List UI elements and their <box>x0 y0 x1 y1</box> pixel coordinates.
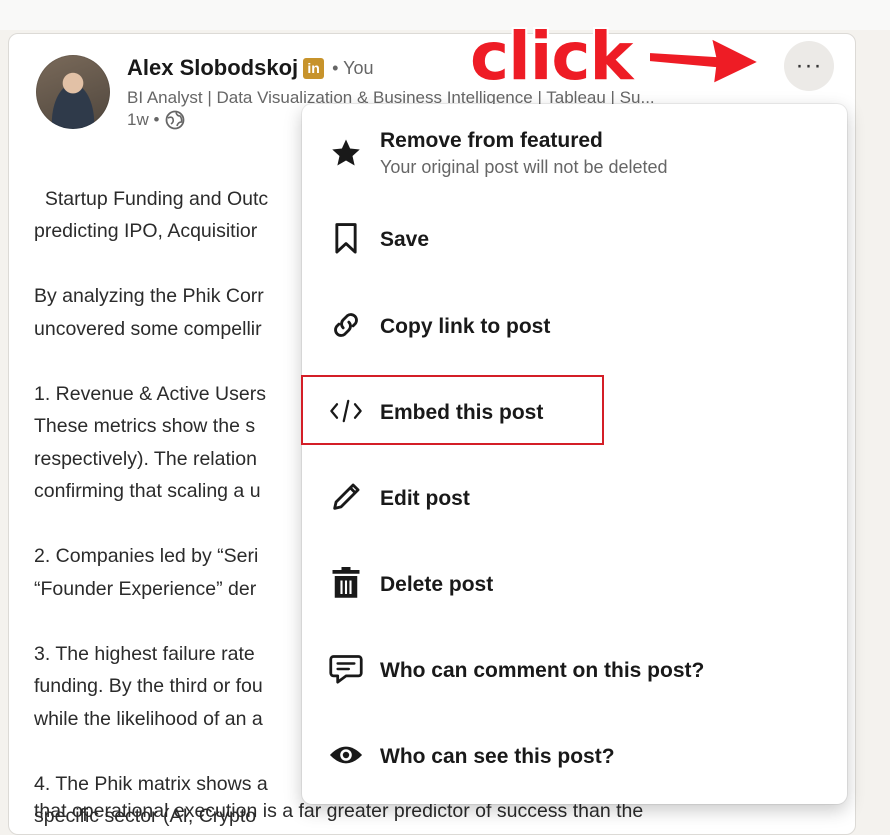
trash-icon <box>328 564 364 600</box>
menu-item-label: Delete post <box>380 573 494 596</box>
post-options-menu: Remove from featured Your original post … <box>302 104 847 804</box>
menu-item-who-can-comment[interactable]: Who can comment on this post? <box>302 626 847 712</box>
post-body-line: 4. The Phik matrix shows a <box>34 772 268 795</box>
click-annotation: click <box>470 18 633 95</box>
eye-icon <box>328 737 364 773</box>
pencil-icon <box>328 479 364 515</box>
you-label: • You <box>332 57 374 78</box>
post-time: 1w • <box>127 110 160 129</box>
menu-item-save[interactable]: Save <box>302 196 847 282</box>
post-body-line: 3. The highest failure rate <box>34 642 255 665</box>
comment-icon <box>328 651 364 687</box>
post-body-line: uncovered some compellir <box>34 317 262 340</box>
top-bar <box>0 0 890 30</box>
author-row: Alex Slobodskoj in • You <box>127 55 374 81</box>
menu-item-embed[interactable]: Embed this post <box>302 368 847 454</box>
menu-item-label: Who can comment on this post? <box>380 659 705 682</box>
post-body-line: Startup Funding and Outc <box>44 187 269 210</box>
post-body-line: respectively). The relation <box>34 447 257 470</box>
linkedin-badge-icon: in <box>303 57 325 79</box>
post-body-line: confirming that scaling a u <box>34 480 261 502</box>
post-body-line: These metrics show the s <box>34 415 256 437</box>
more-options-button[interactable]: ··· <box>784 41 834 91</box>
code-icon <box>328 393 364 429</box>
menu-item-remove-featured[interactable]: Remove from featured Your original post … <box>302 104 847 190</box>
bookmark-icon <box>328 221 364 257</box>
menu-item-edit[interactable]: Edit post <box>302 454 847 540</box>
post-body-line: “Founder Experience” der <box>34 577 257 600</box>
avatar[interactable] <box>36 55 110 129</box>
post-body-line: predicting IPO, Acquisitior <box>34 220 258 242</box>
menu-item-label: Who can see this post? <box>380 745 615 768</box>
post-body-line: 2. Companies led by “Seri <box>34 545 259 567</box>
globe-icon <box>166 110 185 130</box>
menu-item-label: Edit post <box>380 487 470 510</box>
menu-item-sublabel: Your original post will not be deleted <box>380 157 668 177</box>
star-icon <box>328 135 364 171</box>
arrow-right-icon <box>648 36 762 86</box>
link-icon <box>328 307 364 343</box>
post-body: Startup Funding and Outc predicting IPO,… <box>34 150 294 833</box>
menu-item-label: Embed this post <box>380 401 544 424</box>
post-body-line: 1. Revenue & Active Users <box>34 382 266 405</box>
post-body-line: while the likelihood of an a <box>34 707 263 730</box>
author-name[interactable]: Alex Slobodskoj <box>127 55 298 81</box>
menu-item-label: Save <box>380 228 430 251</box>
menu-item-label: Remove from featured <box>380 129 603 152</box>
menu-item-delete[interactable]: Delete post <box>302 540 847 626</box>
post-body-line: funding. By the third or fou <box>34 675 263 697</box>
menu-item-label: Copy link to post <box>380 315 551 338</box>
menu-item-who-can-see[interactable]: Who can see this post? <box>302 712 847 798</box>
post-meta: 1w • <box>127 110 185 130</box>
post-body-line: By analyzing the Phik Corr <box>34 285 264 307</box>
menu-item-copy-link[interactable]: Copy link to post <box>302 282 847 368</box>
